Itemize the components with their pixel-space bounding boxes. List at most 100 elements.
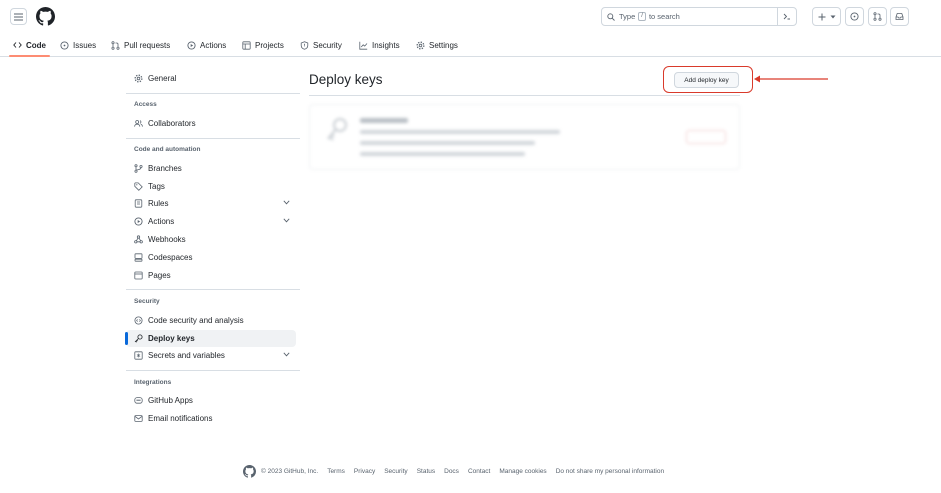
- tab-actions[interactable]: Actions: [187, 34, 226, 56]
- sidebar-divider: [126, 289, 300, 290]
- sidebar-item-label: Codespaces: [148, 253, 193, 262]
- sidebar-item-label: Rules: [148, 199, 169, 208]
- sidebar-item-label: Pages: [148, 271, 171, 280]
- github-mark-icon: [36, 7, 55, 26]
- tab-projects[interactable]: Projects: [242, 34, 284, 56]
- sidebar-item-codespaces[interactable]: Codespaces: [126, 249, 296, 266]
- footer-link-terms[interactable]: Terms: [327, 468, 345, 475]
- footer-link-contact[interactable]: Contact: [468, 468, 490, 475]
- search-shortcut-key: /: [638, 12, 646, 21]
- sidebar-item-code-security[interactable]: Code security and analysis: [126, 312, 296, 329]
- tab-label: Settings: [429, 40, 458, 50]
- sidebar-divider: [126, 138, 300, 139]
- triangle-down-icon: [830, 15, 835, 18]
- hamburger-menu-button[interactable]: [10, 8, 27, 25]
- git-branch-icon: [134, 164, 143, 173]
- chevron-down-icon[interactable]: [283, 218, 290, 223]
- tab-issues[interactable]: Issues: [60, 34, 96, 56]
- sidebar-item-deploy-keys[interactable]: Deploy keys: [125, 330, 296, 347]
- gear-icon: [134, 74, 143, 83]
- arrow-left-annotation-icon: [754, 75, 828, 83]
- delete-key-button-redacted[interactable]: [686, 130, 726, 144]
- shield-icon: [300, 40, 309, 50]
- sidebar-item-rules[interactable]: Rules: [126, 195, 296, 212]
- tag-icon: [134, 182, 143, 191]
- top-header: Type / to search: [0, 0, 941, 34]
- pull-requests-button[interactable]: [868, 7, 887, 26]
- graph-icon: [359, 41, 368, 50]
- page-title: Deploy keys: [309, 72, 383, 87]
- sidebar-item-tags[interactable]: Tags: [126, 178, 296, 195]
- tab-code[interactable]: Code: [9, 34, 50, 57]
- sidebar-item-webhooks[interactable]: Webhooks: [126, 231, 296, 248]
- create-new-button[interactable]: [812, 7, 841, 26]
- highlight-annotation: [663, 66, 753, 93]
- codespaces-icon: [134, 253, 143, 262]
- sidebar-heading-security: Security: [134, 298, 160, 305]
- sidebar-item-collaborators[interactable]: Collaborators: [126, 115, 296, 132]
- command-palette-button[interactable]: [777, 7, 796, 26]
- sidebar-item-label: Code security and analysis: [148, 316, 244, 325]
- search-prefix: Type: [619, 12, 636, 21]
- sidebar-item-label: Webhooks: [148, 235, 186, 244]
- sidebar-item-label: Deploy keys: [148, 334, 195, 343]
- footer-link-status[interactable]: Status: [417, 468, 435, 475]
- search-suffix: to search: [648, 12, 680, 21]
- title-divider: [309, 95, 740, 96]
- play-icon: [134, 217, 143, 226]
- search-icon: [607, 12, 615, 21]
- tab-label: Issues: [73, 40, 97, 50]
- issues-button[interactable]: [845, 7, 864, 26]
- deploy-key-card-redacted: [309, 104, 740, 170]
- key-icon: [134, 334, 143, 343]
- footer-link-privacy[interactable]: Privacy: [354, 468, 375, 475]
- sidebar-item-secrets[interactable]: Secrets and variables: [126, 347, 296, 364]
- sidebar-item-actions[interactable]: Actions: [126, 213, 296, 230]
- github-logo[interactable]: [36, 7, 55, 26]
- tab-label: Projects: [255, 40, 284, 50]
- sidebar-item-branches[interactable]: Branches: [126, 160, 296, 177]
- table-icon: [242, 40, 251, 50]
- key-asterisk-icon: [134, 351, 143, 360]
- webhook-icon: [134, 235, 143, 244]
- people-icon: [134, 120, 143, 127]
- inbox-button[interactable]: [890, 7, 909, 26]
- sidebar-item-label: Actions: [148, 217, 175, 226]
- key-icon: [327, 118, 347, 141]
- repo-push-icon: [134, 199, 143, 208]
- tab-label: Pull requests: [124, 40, 171, 50]
- sidebar-heading-integrations: Integrations: [134, 379, 172, 386]
- tab-label: Security: [313, 40, 342, 50]
- footer-link-do-not-share[interactable]: Do not share my personal information: [556, 468, 664, 475]
- sidebar-item-label: Secrets and variables: [148, 351, 225, 360]
- gear-icon: [416, 41, 425, 49]
- sidebar-heading-code-automation: Code and automation: [134, 146, 201, 153]
- sidebar-divider: [126, 93, 300, 94]
- github-mark-icon: [243, 464, 256, 478]
- git-pull-request-icon: [111, 40, 120, 50]
- git-pull-request-icon: [873, 12, 882, 21]
- tab-settings[interactable]: Settings: [416, 34, 458, 56]
- footer-link-security[interactable]: Security: [384, 468, 407, 475]
- redacted-text: [360, 141, 535, 145]
- issue-opened-icon: [850, 12, 859, 21]
- sidebar-item-label: GitHub Apps: [148, 396, 193, 405]
- browser-icon: [134, 271, 143, 280]
- sidebar-item-github-apps[interactable]: GitHub Apps: [126, 392, 296, 409]
- sidebar-item-general[interactable]: General: [126, 70, 296, 87]
- sidebar-item-email-notifications[interactable]: Email notifications: [126, 410, 296, 427]
- plus-icon: [818, 13, 825, 20]
- sidebar-item-label: Tags: [148, 182, 165, 191]
- tab-label: Code: [26, 40, 46, 50]
- codescan-icon: [134, 316, 143, 325]
- chevron-down-icon[interactable]: [283, 352, 290, 357]
- footer-link-docs[interactable]: Docs: [444, 468, 459, 475]
- tab-pull-requests[interactable]: Pull requests: [111, 34, 170, 56]
- footer-link-manage-cookies[interactable]: Manage cookies: [499, 468, 546, 475]
- tab-insights[interactable]: Insights: [359, 34, 400, 56]
- chevron-down-icon[interactable]: [283, 200, 290, 205]
- sidebar-item-label: Collaborators: [148, 119, 196, 128]
- tab-security[interactable]: Security: [300, 34, 342, 56]
- sidebar-item-pages[interactable]: Pages: [126, 267, 296, 284]
- search-input[interactable]: Type / to search: [601, 7, 797, 26]
